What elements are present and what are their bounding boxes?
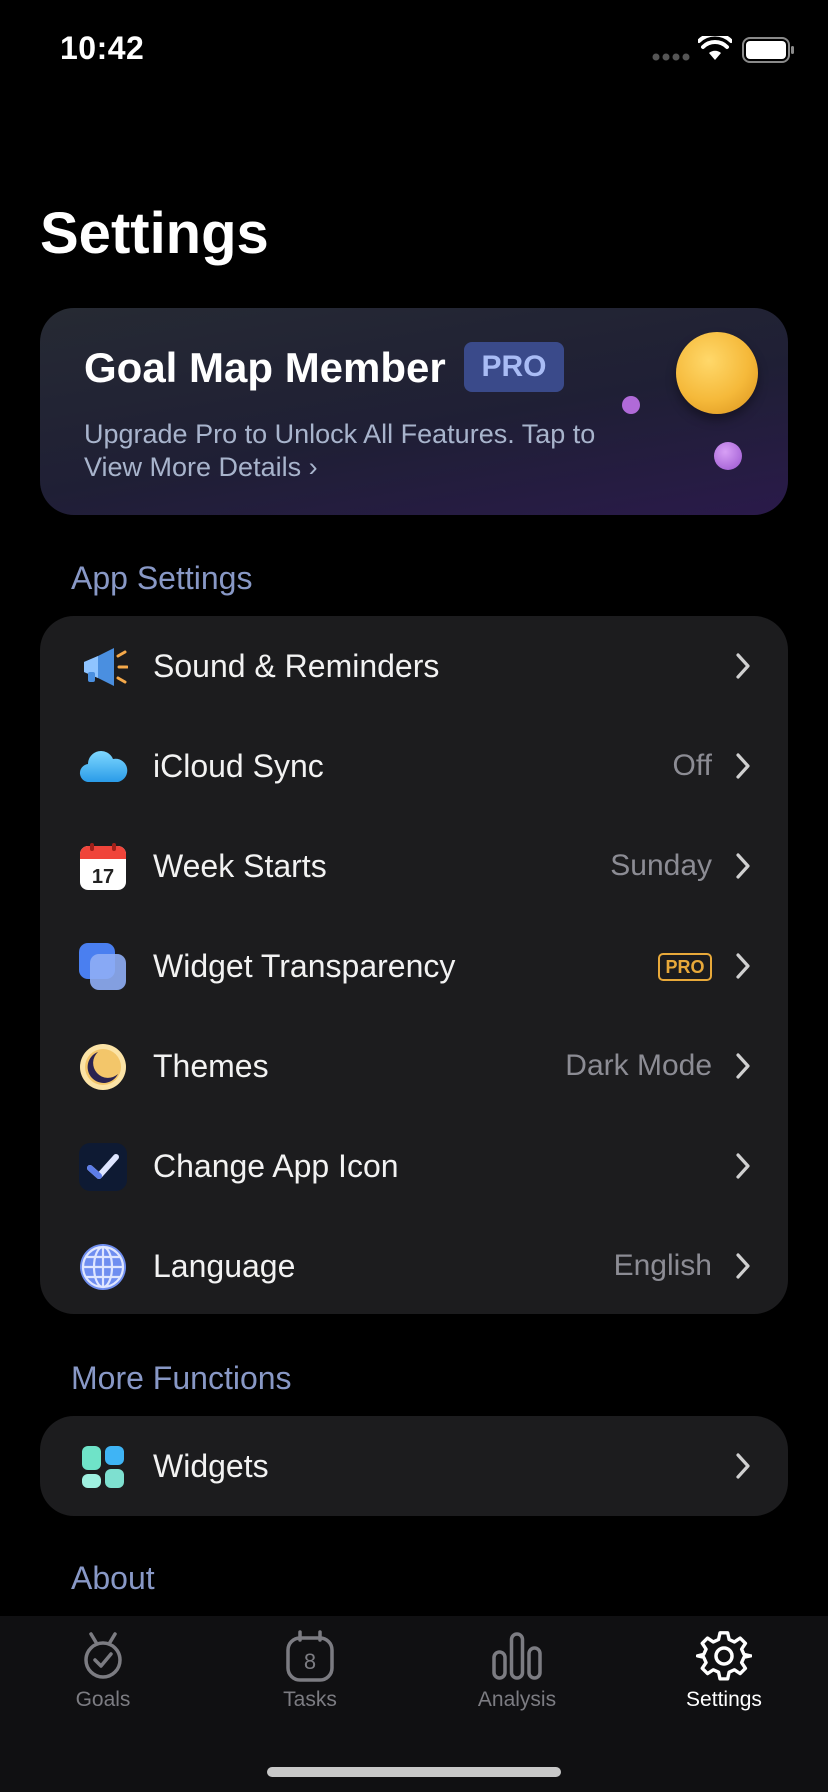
bar-chart-icon [492,1632,542,1680]
section-label-more-functions: More Functions [71,1360,292,1396]
medal-icon [84,1632,122,1679]
chevron-right-icon [736,1053,750,1079]
megaphone-icon [84,648,128,686]
section-label-about: About [71,1560,155,1596]
page-title: Settings [40,201,269,266]
row-week-starts[interactable]: 17 Week Starts Sunday [40,816,788,916]
tab-label: Settings [686,1688,762,1711]
tab-tasks[interactable]: 8 Tasks [250,1628,370,1712]
row-widgets[interactable]: Widgets [40,1416,788,1516]
row-label: iCloud Sync [153,748,324,784]
row-widget-transparency[interactable]: Widget Transparency PRO [40,916,788,1016]
row-language[interactable]: Language English [40,1216,788,1316]
row-label: Change App Icon [153,1148,399,1184]
timer-icon-number: 8 [304,1649,316,1674]
membership-subtitle: Upgrade Pro to Unlock All Features. Tap … [84,419,596,482]
chevron-right-icon [736,953,750,979]
chevron-right-icon [736,1453,750,1479]
row-themes[interactable]: Themes Dark Mode [40,1016,788,1116]
pro-badge: PRO [464,342,564,392]
chevron-right-icon [736,1153,750,1179]
widgets-icon [82,1446,124,1488]
row-value: Off [672,749,712,782]
transparency-icon [79,943,126,990]
decorative-dot [622,396,640,414]
battery-icon [742,37,794,63]
chevron-right-icon [736,653,750,679]
calendar-icon-day: 17 [92,866,114,888]
chevron-right-icon [736,1253,750,1279]
row-label: Themes [153,1048,269,1084]
globe-icon [80,1244,126,1290]
status-bar: 10:42 [0,0,828,100]
cellular-signal-icon [652,53,690,61]
wifi-icon [698,36,732,60]
cloud-icon [79,751,128,783]
row-value: Sunday [610,849,712,882]
tab-label: Analysis [477,1688,557,1711]
row-label: Sound & Reminders [153,648,440,684]
decorative-orb [676,332,758,414]
moon-icon [80,1044,126,1090]
section-label-app-settings: App Settings [71,560,253,596]
row-label: Language [153,1248,296,1284]
row-value: Dark Mode [565,1049,712,1082]
tab-goals[interactable]: Goals [43,1628,163,1712]
tab-bar: Goals 8 Tasks Analysis Settings [0,1616,828,1792]
checkmark-app-icon [79,1143,127,1191]
row-label: Widget Transparency [153,948,456,984]
row-value: English [613,1249,712,1282]
app-settings-group: Sound & Reminders iCloud Sync Off 17 Wee… [40,616,788,1314]
timer-icon: 8 [286,1630,334,1682]
more-functions-group: Widgets [40,1416,788,1516]
decorative-dot [714,442,742,470]
gear-icon [696,1631,752,1681]
row-change-app-icon[interactable]: Change App Icon [40,1116,788,1216]
row-icloud-sync[interactable]: iCloud Sync Off [40,716,788,816]
home-indicator [267,1767,561,1777]
row-sound-reminders[interactable]: Sound & Reminders [40,616,788,716]
row-label: Widgets [153,1448,269,1484]
tab-settings[interactable]: Settings [664,1628,784,1712]
pro-badge: PRO [658,953,712,981]
row-label: Week Starts [153,848,327,884]
pro-membership-card[interactable]: Goal Map Member PRO Upgrade Pro to Unloc… [40,308,788,515]
tab-analysis[interactable]: Analysis [457,1628,577,1712]
chevron-right-icon [736,853,750,879]
membership-title: Goal Map Member [84,344,446,391]
tab-label: Goals [75,1688,131,1711]
tab-label: Tasks [283,1688,337,1711]
calendar-icon: 17 [80,843,126,890]
chevron-right-icon [736,753,750,779]
status-time: 10:42 [60,30,145,66]
